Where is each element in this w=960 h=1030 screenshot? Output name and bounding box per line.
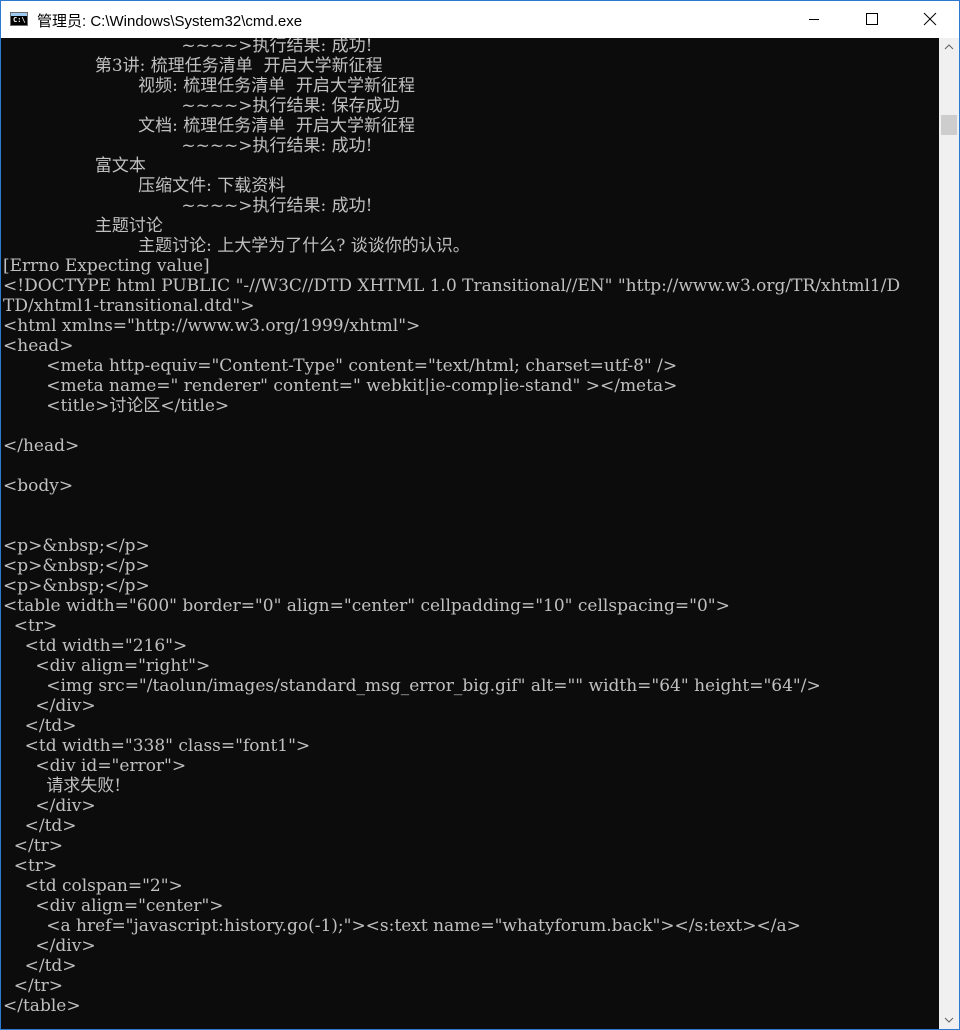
console-line: 视频: 梳理任务清单 开启大学新征程 — [3, 76, 416, 96]
console-line: [Errno Expecting value] — [3, 256, 210, 276]
console-line: <div align="center"> — [3, 896, 224, 916]
console-line: <td width="216"> — [3, 636, 188, 656]
console-line: ~~~~>执行结果: 成功! — [3, 38, 373, 56]
console-line: </td> — [3, 956, 77, 976]
console-line: <!DOCTYPE html PUBLIC "-//W3C//DTD XHTML… — [3, 276, 901, 296]
console-line: </table> — [3, 996, 81, 1016]
console-line: </tr> — [3, 836, 63, 856]
console-line: TD/xhtml1-transitional.dtd"> — [3, 296, 255, 316]
console-line: <p>&nbsp;</p> — [3, 556, 150, 576]
console-line: ~~~~>执行结果: 保存成功 — [3, 96, 400, 116]
console-line: 压缩文件: 下载资料 — [3, 176, 286, 196]
scroll-up-arrow-icon — [944, 44, 954, 50]
console-line: 富文本 — [3, 156, 146, 176]
console-text: ~~~~>执行结果: 成功! 第3讲: 梳理任务清单 开启大学新征程 视频: 梳… — [3, 38, 900, 1016]
console-line: <table width="600" border="0" align="cen… — [3, 596, 730, 616]
console-line: <html xmlns="http://www.w3.org/1999/xhtm… — [3, 316, 421, 336]
console-line: </div> — [3, 936, 96, 956]
close-button[interactable] — [901, 1, 959, 38]
console-line: <a href="javascript:history.go(-1);"><s:… — [3, 916, 801, 936]
console-line: <meta name=" renderer" content=" webkit|… — [3, 376, 678, 396]
console-output[interactable]: ~~~~>执行结果: 成功! 第3讲: 梳理任务清单 开启大学新征程 视频: 梳… — [1, 38, 939, 1029]
console-line: <title>讨论区</title> — [3, 396, 230, 416]
console-line: <img src="/taolun/images/standard_msg_er… — [3, 676, 821, 696]
scroll-thumb[interactable] — [941, 115, 957, 135]
console-line: <div align="right"> — [3, 656, 211, 676]
console-line: </td> — [3, 716, 77, 736]
console-line: 主题讨论: 上大学为了什么? 谈谈你的认识。 — [3, 236, 470, 256]
scroll-down-button[interactable] — [939, 1011, 959, 1029]
vertical-scrollbar[interactable] — [939, 38, 959, 1029]
minimize-icon — [809, 19, 819, 20]
scroll-down-arrow-icon — [944, 1017, 954, 1023]
cmd-window: C:\ 管理员: C:\Windows\System32\cmd.exe ~~~… — [0, 0, 960, 1030]
maximize-button[interactable] — [843, 1, 901, 38]
console-line: <td colspan="2"> — [3, 876, 183, 896]
maximize-icon — [866, 13, 878, 25]
console-line: <td width="338" class="font1"> — [3, 736, 311, 756]
scroll-up-button[interactable] — [939, 38, 959, 56]
console-line: <body> — [3, 476, 74, 496]
console-line: <meta http-equiv="Content-Type" content=… — [3, 356, 678, 376]
console-line: ~~~~>执行结果: 成功! — [3, 196, 373, 216]
minimize-button[interactable] — [785, 1, 843, 38]
console-line: 主题讨论 — [3, 216, 163, 236]
console-line: <div id="error"> — [3, 756, 187, 776]
console-line: 请求失败! — [3, 776, 122, 796]
console-line: ~~~~>执行结果: 成功! — [3, 136, 373, 156]
console-line: </div> — [3, 796, 96, 816]
title-bar[interactable]: C:\ 管理员: C:\Windows\System32\cmd.exe — [1, 1, 959, 38]
console-line: </head> — [3, 436, 80, 456]
cmd-console-icon[interactable]: C:\ — [10, 12, 28, 26]
window-title: 管理员: C:\Windows\System32\cmd.exe — [37, 13, 303, 30]
console-line: </td> — [3, 816, 77, 836]
console-line: <p>&nbsp;</p> — [3, 536, 150, 556]
console-line: <tr> — [3, 856, 58, 876]
close-icon — [923, 12, 937, 26]
console-line: 文档: 梳理任务清单 开启大学新征程 — [3, 116, 416, 136]
console-line: 第3讲: 梳理任务清单 开启大学新征程 — [3, 56, 383, 76]
console-line: <tr> — [3, 616, 58, 636]
console-line: <p>&nbsp;</p> — [3, 576, 150, 596]
console-line: <head> — [3, 336, 74, 356]
console-line: </tr> — [3, 976, 63, 996]
console-line: </div> — [3, 696, 96, 716]
